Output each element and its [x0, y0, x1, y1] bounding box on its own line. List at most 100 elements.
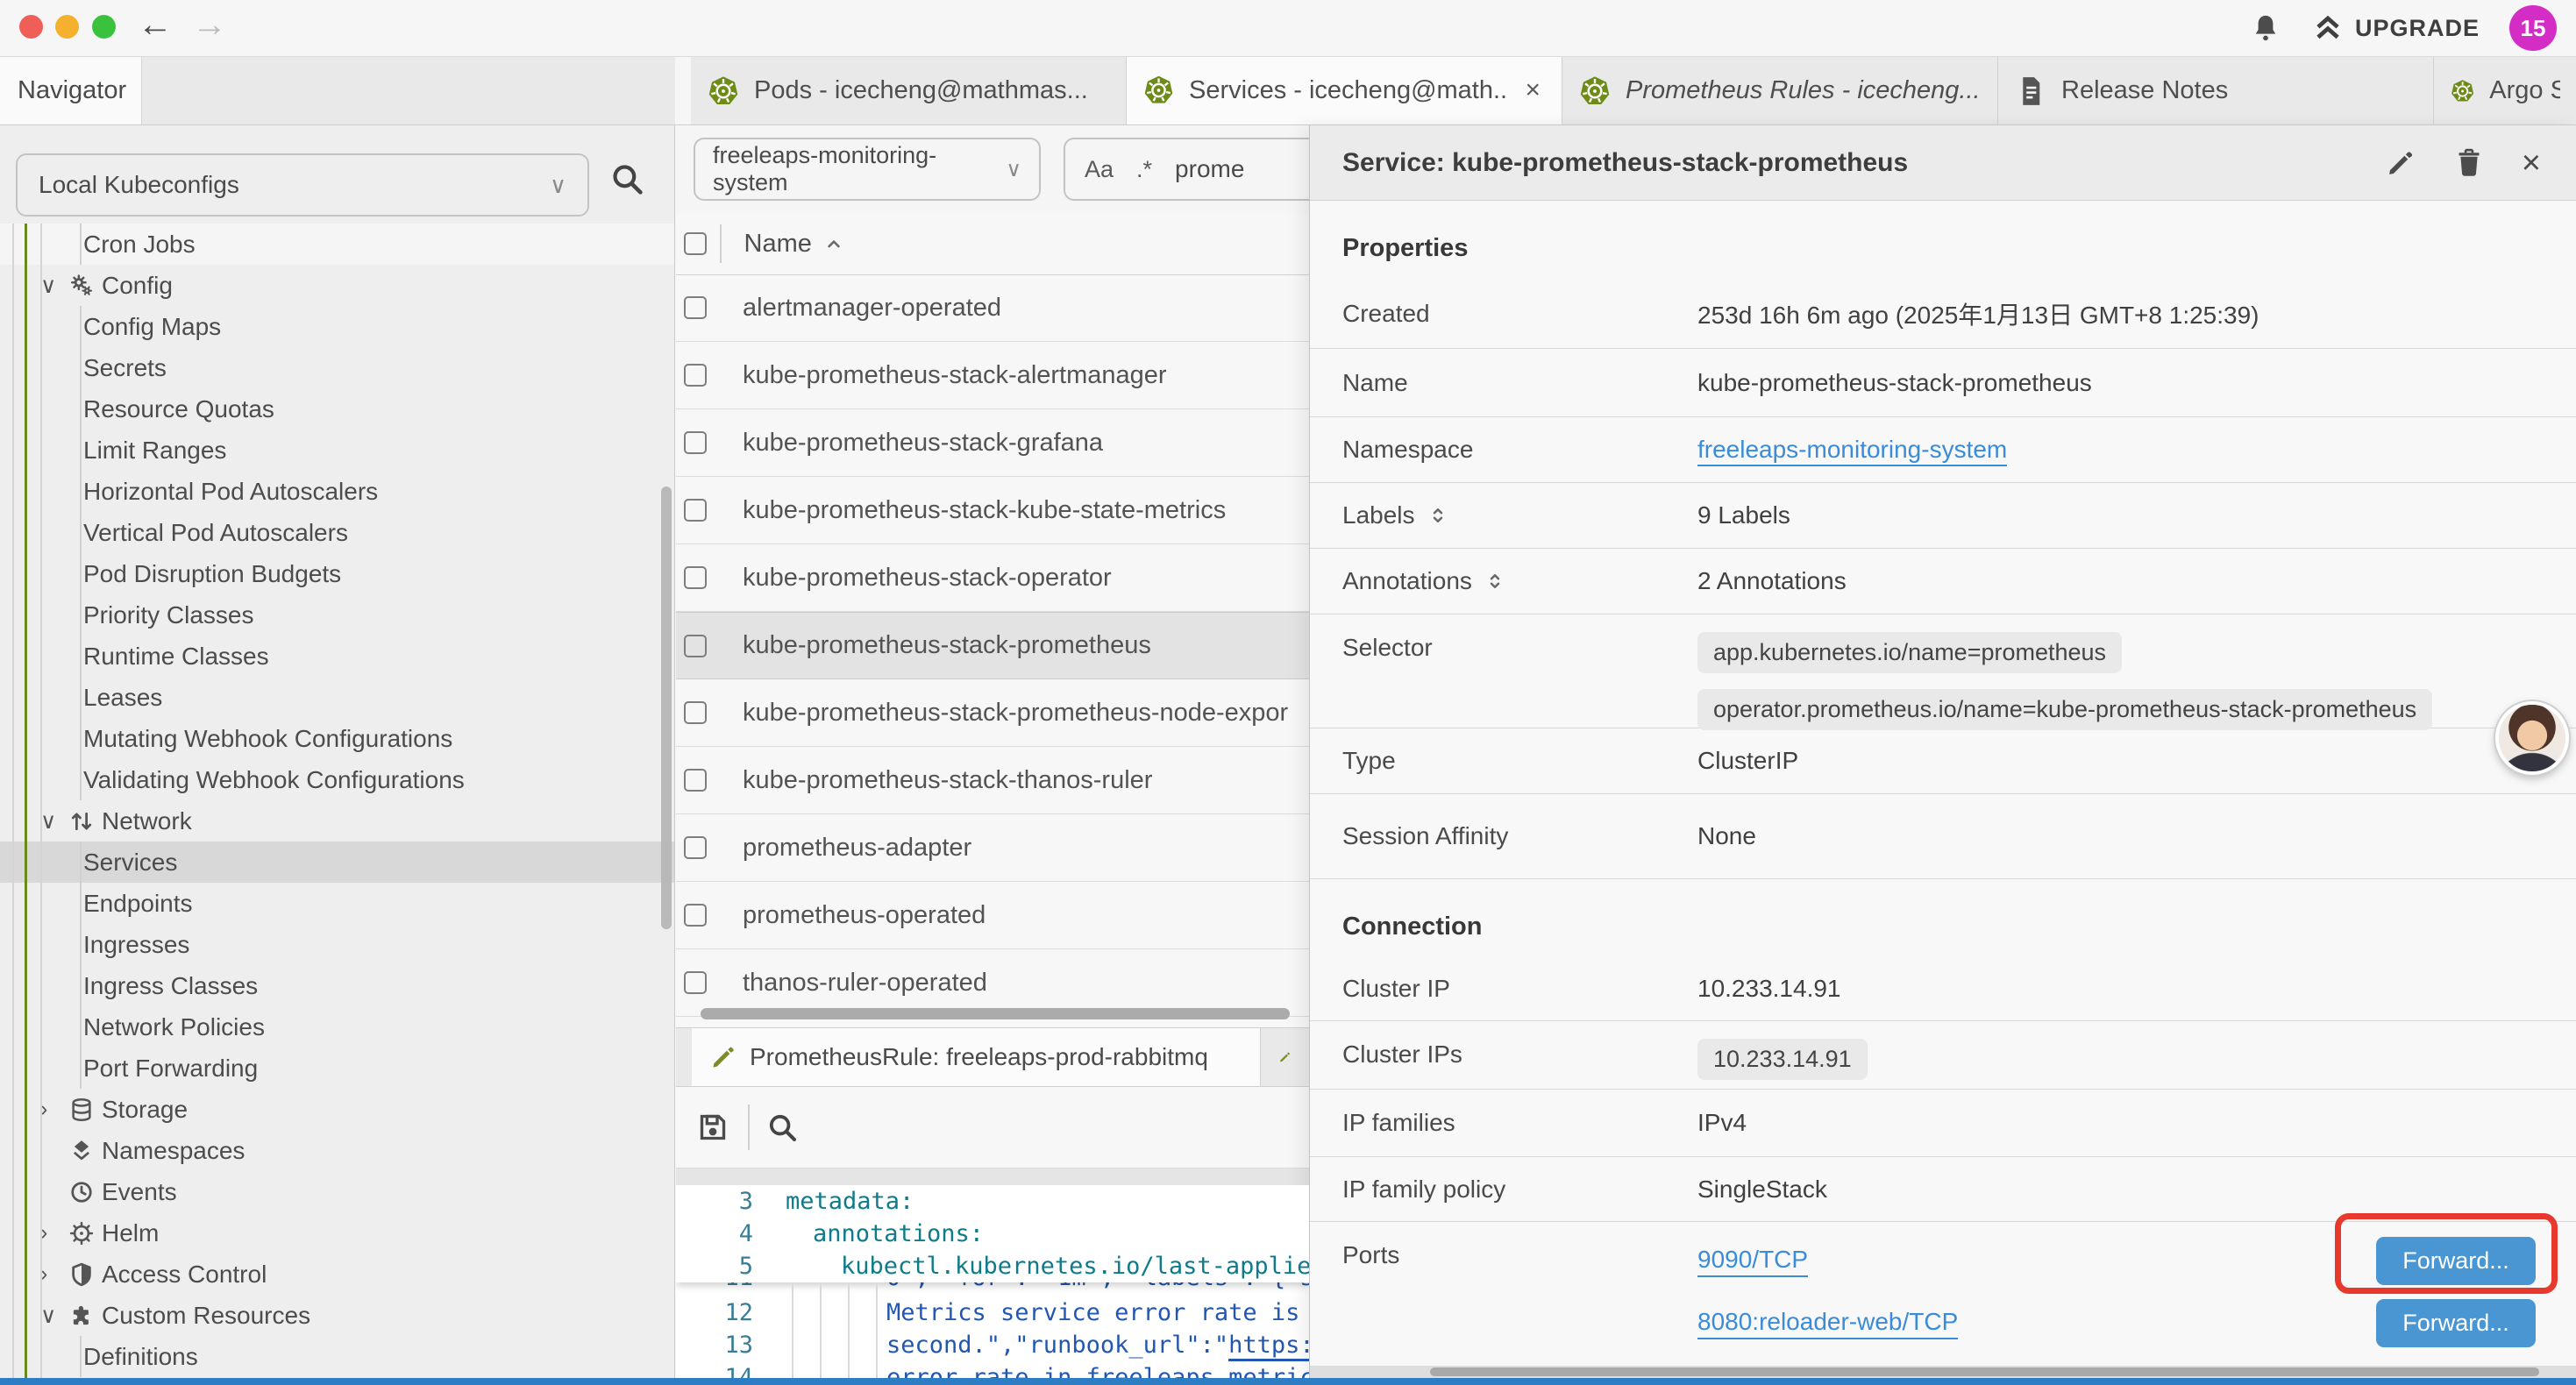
- row-checkbox[interactable]: [684, 296, 707, 319]
- editor-tab-partial[interactable]: [1261, 1028, 1309, 1086]
- sidebar-item-definitions[interactable]: Definitions: [0, 1336, 675, 1377]
- chevron-right-icon[interactable]: ›: [40, 1220, 68, 1246]
- row-checkbox[interactable]: [684, 364, 707, 387]
- sidebar-item-validating-webhook-configurations[interactable]: Validating Webhook Configurations: [0, 759, 675, 800]
- sidebar-item-network-policies[interactable]: Network Policies: [0, 1006, 675, 1048]
- table-row[interactable]: kube-prometheus-stack-prometheus-node-ex…: [676, 679, 1309, 747]
- notifications-bell-icon[interactable]: [2250, 12, 2281, 44]
- back-button[interactable]: ←: [133, 5, 177, 45]
- sidebar-item-leases[interactable]: Leases: [0, 677, 675, 718]
- tab-release-notes[interactable]: Release Notes: [1998, 57, 2434, 124]
- sidebar-item-events[interactable]: Events: [0, 1171, 675, 1212]
- detail-horizontal-scrollbar[interactable]: [1310, 1366, 2576, 1378]
- sidebar-item-config[interactable]: ∨Config: [0, 265, 675, 306]
- sidebar-item-port-forwarding[interactable]: Port Forwarding: [0, 1048, 675, 1089]
- tab-pods[interactable]: Pods - icecheng@mathmas...: [691, 57, 1127, 124]
- select-all-checkbox[interactable]: [684, 232, 707, 255]
- sidebar-item-vertical-pod-autoscalers[interactable]: Vertical Pod Autoscalers: [0, 512, 675, 553]
- yaml-editor[interactable]: 3metadata:4annotations:5kubectl.kubernet…: [676, 1185, 1309, 1378]
- table-row[interactable]: kube-prometheus-stack-thanos-ruler: [676, 747, 1309, 814]
- sidebar-search-button[interactable]: [608, 160, 645, 197]
- tab-argo[interactable]: Argo Se: [2434, 57, 2576, 124]
- sidebar-item-config-maps[interactable]: Config Maps: [0, 306, 675, 347]
- sidebar-item-ingress-classes[interactable]: Ingress Classes: [0, 965, 675, 1006]
- tab-prometheus-rules[interactable]: Prometheus Rules - icecheng...: [1562, 57, 1998, 124]
- row-checkbox[interactable]: [684, 701, 707, 724]
- row-checkbox[interactable]: [684, 635, 707, 657]
- sidebar-item-runtime-classes[interactable]: Runtime Classes: [0, 636, 675, 677]
- sidebar-item-storage[interactable]: ›Storage: [0, 1089, 675, 1130]
- sidebar-item-network[interactable]: ∨Network: [0, 800, 675, 842]
- sidebar-item-horizontal-pod-autoscalers[interactable]: Horizontal Pod Autoscalers: [0, 471, 675, 512]
- name-column-header[interactable]: Name: [744, 230, 845, 259]
- table-row[interactable]: prometheus-operated: [676, 882, 1309, 949]
- sidebar-item-cron-jobs[interactable]: Cron Jobs: [0, 224, 675, 265]
- table-row[interactable]: alertmanager-operated: [676, 274, 1309, 342]
- list-horizontal-scrollbar[interactable]: [701, 1008, 1290, 1019]
- edit-pencil-icon[interactable]: [2385, 147, 2416, 179]
- sidebar-item-resource-quotas[interactable]: Resource Quotas: [0, 388, 675, 430]
- filter-input[interactable]: Aa .* prome: [1064, 138, 1309, 201]
- assistant-avatar[interactable]: [2495, 701, 2569, 775]
- window-close-button[interactable]: [19, 15, 43, 39]
- table-row[interactable]: kube-prometheus-stack-kube-state-metrics: [676, 477, 1309, 544]
- account-badge[interactable]: 15: [2509, 5, 2557, 51]
- editor-search-icon[interactable]: [765, 1111, 799, 1144]
- row-checkbox[interactable]: [684, 769, 707, 792]
- table-row[interactable]: prometheus-adapter: [676, 814, 1309, 882]
- window-zoom-button[interactable]: [92, 15, 116, 39]
- row-checkbox[interactable]: [684, 904, 707, 927]
- table-row[interactable]: kube-prometheus-stack-alertmanager: [676, 342, 1309, 409]
- kubeconfig-select[interactable]: Local Kubeconfigs ∨: [16, 153, 589, 217]
- chevron-right-icon[interactable]: ›: [40, 1261, 68, 1287]
- port-link[interactable]: 9090/TCP: [1697, 1246, 1808, 1277]
- sidebar-item-services[interactable]: Services: [0, 842, 675, 883]
- forward-button[interactable]: Forward...: [2376, 1299, 2536, 1347]
- table-row[interactable]: kube-prometheus-stack-grafana: [676, 409, 1309, 477]
- table-row[interactable]: thanos-ruler-operated: [676, 949, 1309, 1017]
- window-minimize-button[interactable]: [55, 15, 79, 39]
- sidebar-item-pod-disruption-budgets[interactable]: Pod Disruption Budgets: [0, 553, 675, 594]
- scrollbar-thumb[interactable]: [1430, 1367, 2539, 1376]
- sidebar-item-custom-resources[interactable]: ∨Custom Resources: [0, 1295, 675, 1336]
- sidebar-item-access-control[interactable]: ›Access Control: [0, 1254, 675, 1295]
- sidebar-item-priority-classes[interactable]: Priority Classes: [0, 594, 675, 636]
- tab-close-icon[interactable]: ×: [1519, 75, 1546, 105]
- chevron-down-icon[interactable]: ∨: [40, 808, 68, 835]
- chevron-down-icon[interactable]: ∨: [40, 273, 68, 299]
- row-checkbox[interactable]: [684, 836, 707, 859]
- chevron-down-icon[interactable]: ∨: [40, 1303, 68, 1329]
- helm-icon: [68, 1220, 95, 1246]
- chevron-right-icon[interactable]: ›: [40, 1097, 68, 1122]
- row-checkbox[interactable]: [684, 431, 707, 454]
- row-checkbox[interactable]: [684, 566, 707, 589]
- match-case-toggle[interactable]: Aa: [1085, 156, 1114, 183]
- namespace-link[interactable]: freeleaps-monitoring-system: [1697, 436, 2007, 466]
- delete-trash-icon[interactable]: [2453, 147, 2485, 179]
- sidebar-item-mutating-webhook-configurations[interactable]: Mutating Webhook Configurations: [0, 718, 675, 759]
- save-icon[interactable]: [695, 1110, 730, 1145]
- sidebar-item-helm[interactable]: ›Helm: [0, 1212, 675, 1254]
- namespace-select[interactable]: freeleaps-monitoring-system ∨: [694, 138, 1041, 201]
- table-row[interactable]: kube-prometheus-stack-operator: [676, 544, 1309, 612]
- runbook-url-link[interactable]: https://net: [1228, 1332, 1309, 1361]
- navigator-tab[interactable]: Navigator: [0, 57, 142, 124]
- sidebar-item-limit-ranges[interactable]: Limit Ranges: [0, 430, 675, 471]
- row-checkbox[interactable]: [684, 971, 707, 994]
- port-link[interactable]: 8080:reloader-web/TCP: [1697, 1308, 1958, 1339]
- forward-button[interactable]: →: [188, 5, 231, 45]
- close-icon[interactable]: ×: [2522, 146, 2541, 180]
- regex-toggle[interactable]: .*: [1136, 156, 1152, 183]
- editor-tab-prometheusrule[interactable]: PrometheusRule: freeleaps-prod-rabbitmq: [692, 1028, 1261, 1086]
- service-name: prometheus-operated: [743, 901, 986, 930]
- sidebar-scrollbar[interactable]: [661, 487, 672, 929]
- row-checkbox[interactable]: [684, 499, 707, 522]
- table-row[interactable]: kube-prometheus-stack-prometheus: [676, 612, 1309, 679]
- tab-services[interactable]: Services - icecheng@math...×: [1127, 57, 1562, 124]
- edit-pencil-icon: [709, 1043, 737, 1071]
- sidebar-item-endpoints[interactable]: Endpoints: [0, 883, 675, 924]
- upgrade-button[interactable]: UPGRADE: [2311, 11, 2480, 45]
- sidebar-item-ingresses[interactable]: Ingresses: [0, 924, 675, 965]
- sidebar-item-secrets[interactable]: Secrets: [0, 347, 675, 388]
- sidebar-item-namespaces[interactable]: Namespaces: [0, 1130, 675, 1171]
